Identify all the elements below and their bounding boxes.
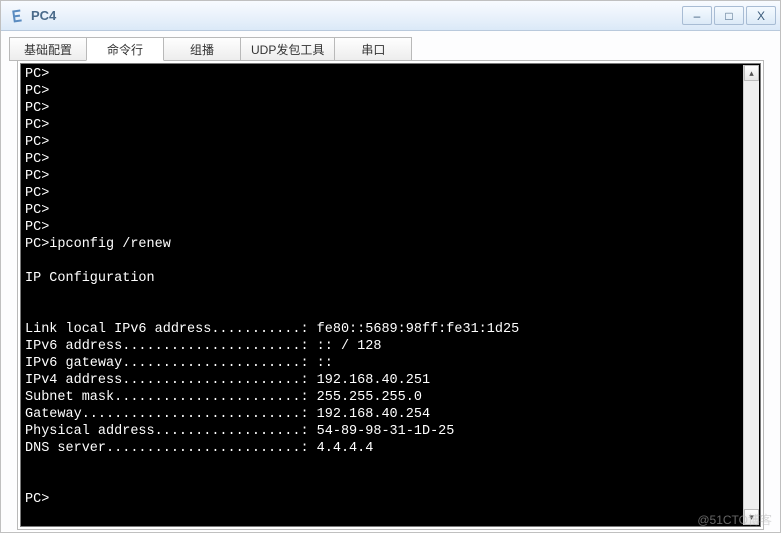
tab-label: 命令行 <box>107 41 143 58</box>
tab-multicast[interactable]: 组播 <box>163 37 241 61</box>
minimize-button[interactable]: – <box>682 6 712 25</box>
app-icon <box>9 8 25 24</box>
tab-label: 基础配置 <box>24 41 72 58</box>
terminal[interactable]: PC> PC> PC> PC> PC> PC> PC> PC> PC> PC> … <box>25 66 742 524</box>
scroll-down-button[interactable]: ▾ <box>744 509 759 525</box>
tabs: 基础配置 命令行 组播 UDP发包工具 串口 <box>9 37 772 61</box>
tab-basic-config[interactable]: 基础配置 <box>9 37 87 61</box>
window-buttons: – □ X <box>680 6 776 25</box>
scroll-up-button[interactable]: ▴ <box>744 65 759 81</box>
terminal-container: PC> PC> PC> PC> PC> PC> PC> PC> PC> PC> … <box>20 63 761 527</box>
tab-label: 组播 <box>190 41 214 58</box>
tabstrip: 基础配置 命令行 组播 UDP发包工具 串口 PC> PC> PC> PC> P… <box>1 31 780 531</box>
tab-udp-tool[interactable]: UDP发包工具 <box>240 37 335 61</box>
titlebar: PC4 – □ X <box>1 1 780 31</box>
tab-cli[interactable]: 命令行 <box>86 37 164 61</box>
scrollbar-vertical[interactable]: ▴ ▾ <box>743 65 759 525</box>
tab-label: 串口 <box>361 41 385 58</box>
tab-serial[interactable]: 串口 <box>334 37 412 61</box>
window-title: PC4 <box>31 8 680 23</box>
close-button[interactable]: X <box>746 6 776 25</box>
tab-label: UDP发包工具 <box>251 41 324 58</box>
maximize-button[interactable]: □ <box>714 6 744 25</box>
tab-panel: PC> PC> PC> PC> PC> PC> PC> PC> PC> PC> … <box>17 60 764 530</box>
